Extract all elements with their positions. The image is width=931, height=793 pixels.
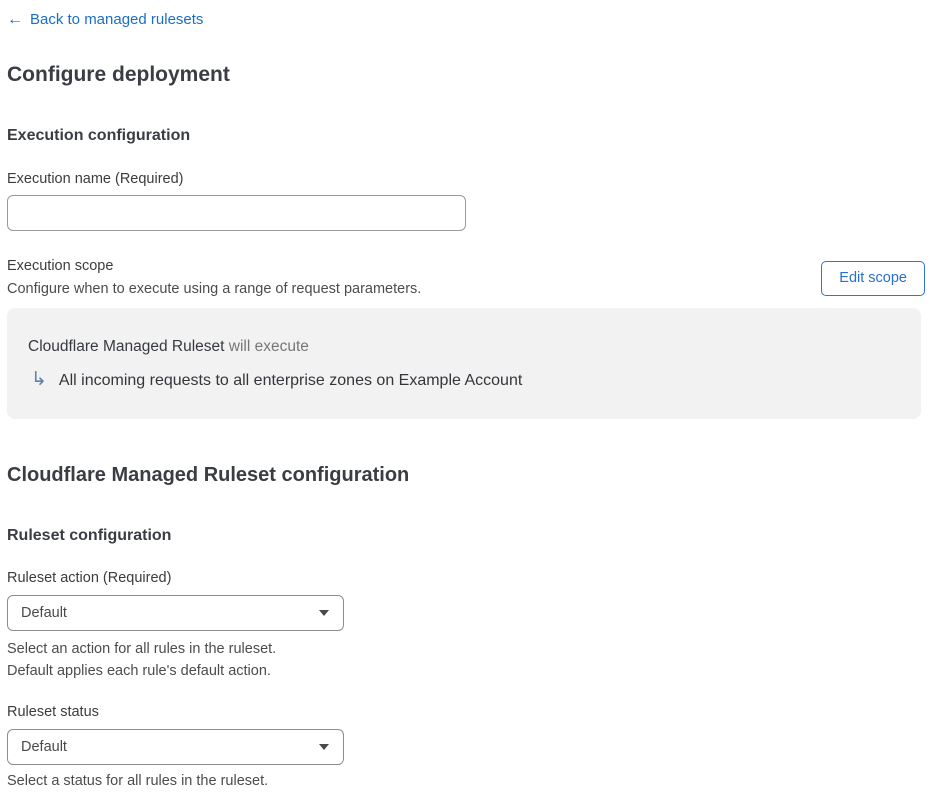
ruleset-name-text: Cloudflare Managed Ruleset bbox=[28, 338, 225, 355]
return-arrow-icon: ↳ bbox=[31, 368, 47, 390]
ruleset-configuration-section-heading: Cloudflare Managed Ruleset configuration bbox=[7, 464, 410, 486]
ruleset-action-select[interactable]: Default bbox=[7, 595, 344, 631]
page-title: Configure deployment bbox=[7, 63, 230, 86]
ruleset-status-help: Select a status for all rules in the rul… bbox=[7, 773, 269, 789]
execution-scope-description: Configure when to execute using a range … bbox=[7, 281, 422, 297]
scope-summary-box: Cloudflare Managed Ruleset will execute … bbox=[7, 308, 921, 419]
edit-scope-button[interactable]: Edit scope bbox=[821, 260, 925, 296]
scope-detail-text: All incoming requests to all enterprise … bbox=[58, 372, 523, 389]
execution-configuration-heading: Execution configuration bbox=[7, 127, 191, 144]
ruleset-action-help-line2: Default applies each rule's default acti… bbox=[7, 663, 271, 679]
execution-name-input[interactable] bbox=[7, 195, 466, 231]
ruleset-action-value: Default bbox=[21, 605, 67, 621]
ruleset-action-label: Ruleset action (Required) bbox=[7, 570, 172, 586]
ruleset-status-label: Ruleset status bbox=[7, 704, 99, 720]
scope-summary-headline: Cloudflare Managed Ruleset will execute bbox=[28, 337, 901, 356]
dropdown-caret-icon bbox=[319, 744, 329, 750]
execution-scope-row: Execution scope Configure when to execut… bbox=[7, 257, 925, 299]
ruleset-action-help: Select an action for all rules in the ru… bbox=[7, 638, 919, 682]
configure-deployment-page: ← Back to managed rulesets Configure dep… bbox=[0, 0, 925, 791]
ruleset-action-help-line1: Select an action for all rules in the ru… bbox=[7, 641, 277, 657]
ruleset-status-value: Default bbox=[21, 739, 67, 755]
will-execute-text: will execute bbox=[228, 338, 309, 355]
ruleset-status-select[interactable]: Default bbox=[7, 729, 344, 765]
execution-scope-label: Execution scope bbox=[7, 258, 114, 274]
back-link-label: Back to managed rulesets bbox=[30, 11, 204, 28]
execution-scope-text: Execution scope Configure when to execut… bbox=[7, 257, 421, 299]
execution-name-label: Execution name (Required) bbox=[7, 171, 184, 187]
ruleset-configuration-subheading: Ruleset configuration bbox=[7, 527, 172, 544]
dropdown-caret-icon bbox=[319, 610, 329, 616]
back-arrow-icon: ← bbox=[7, 11, 23, 28]
back-to-managed-rulesets-link[interactable]: ← Back to managed rulesets bbox=[7, 10, 203, 30]
scope-summary-detail: ↳ All incoming requests to all enterpris… bbox=[28, 370, 901, 392]
